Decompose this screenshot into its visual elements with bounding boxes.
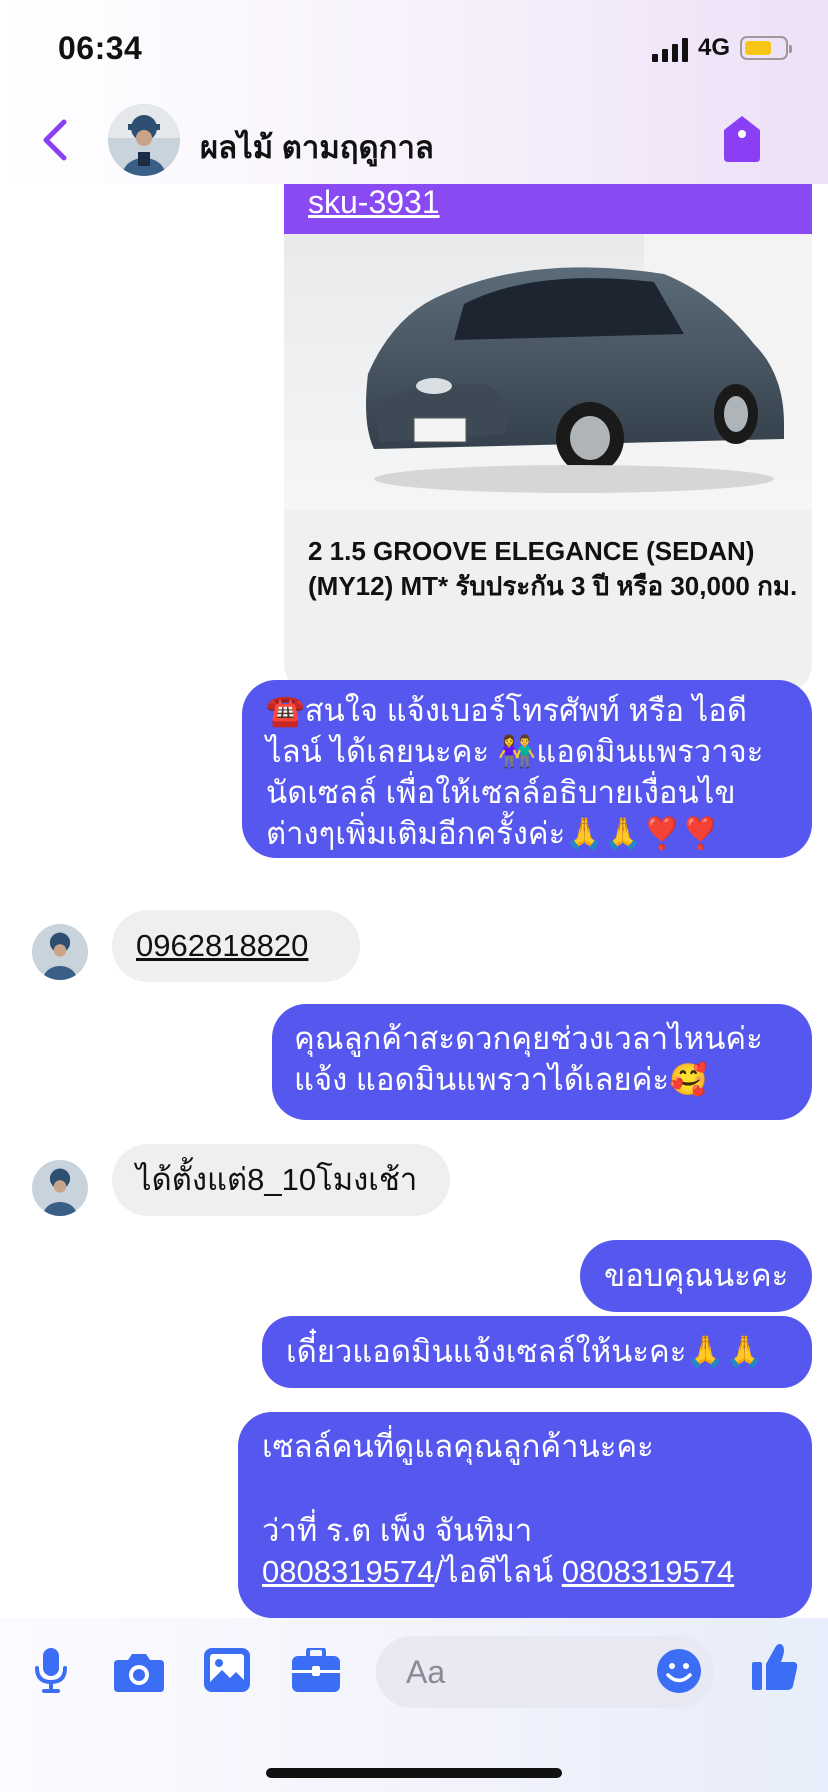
product-sku-banner[interactable]: sku-3931 [284,184,812,234]
avatar[interactable] [32,924,88,980]
message-bubble[interactable]: 0962818820 [112,910,360,982]
message-bubble[interactable]: ได้ตั้งแต่8_10โมงเช้า [112,1144,450,1216]
message-line: เซลล์คนที่ดูแลคุณลูกค้านะคะ [262,1429,654,1464]
tag-icon[interactable] [722,114,762,164]
message-list[interactable]: sku-3931 2 1.5 GROOVE ELEGANCE (SEDAN) (… [0,184,828,1618]
composer-bar: Aa [0,1618,828,1792]
product-description: 2 1.5 GROOVE ELEGANCE (SEDAN) (MY12) MT*… [308,536,798,601]
phone-link[interactable]: 0808319574 [262,1554,434,1589]
message-bubble[interactable]: คุณลูกค้าสะดวกคุยช่วงเวลาไหนค่ะ แจ้ง แอด… [272,1004,812,1120]
message-text: /ไอดีไลน์ [434,1554,562,1589]
network-type: 4G [698,34,731,61]
line-id-link[interactable]: 0808319574 [562,1554,734,1589]
message-input-placeholder: Aa [406,1654,446,1690]
message-bubble[interactable]: เดี๋ยวแอดมินแจ้งเซลล์ให้นะคะ🙏🙏 [262,1316,812,1388]
avatar[interactable] [32,1160,88,1216]
message-bubble[interactable]: เซลล์คนที่ดูแลคุณลูกค้านะคะ ว่าที่ ร.ต เ… [238,1412,812,1618]
chat-title[interactable]: ผลไม้ ตามฤดูกาล [200,122,434,172]
car-photo[interactable] [284,234,812,510]
home-indicator[interactable] [266,1768,562,1778]
status-time: 06:34 [58,30,143,66]
battery-icon [740,36,792,60]
briefcase-icon[interactable] [292,1648,340,1692]
message-bubble[interactable]: ☎️สนใจ แจ้งเบอร์โทรศัพท์ หรือ ไอดีไลน์ ไ… [242,680,812,858]
thumbs-up-icon[interactable] [752,1642,798,1692]
product-card[interactable]: sku-3931 2 1.5 GROOVE ELEGANCE (SEDAN) (… [284,184,812,694]
emoji-icon[interactable] [656,1648,702,1694]
signal-icon [652,38,688,62]
message-input[interactable]: Aa [376,1636,714,1708]
message-bubble[interactable]: ขอบคุณนะคะ [580,1240,812,1312]
status-bar: 06:34 4G [0,0,828,92]
camera-icon[interactable] [114,1652,164,1692]
gallery-icon[interactable] [204,1648,250,1692]
message-line: ว่าที่ ร.ต เพ็ง จันทิมา [262,1513,533,1548]
microphone-icon[interactable] [34,1648,68,1694]
product-sku-link[interactable]: sku-3931 [308,184,440,221]
back-arrow-icon[interactable] [40,118,70,162]
avatar[interactable] [108,104,180,176]
